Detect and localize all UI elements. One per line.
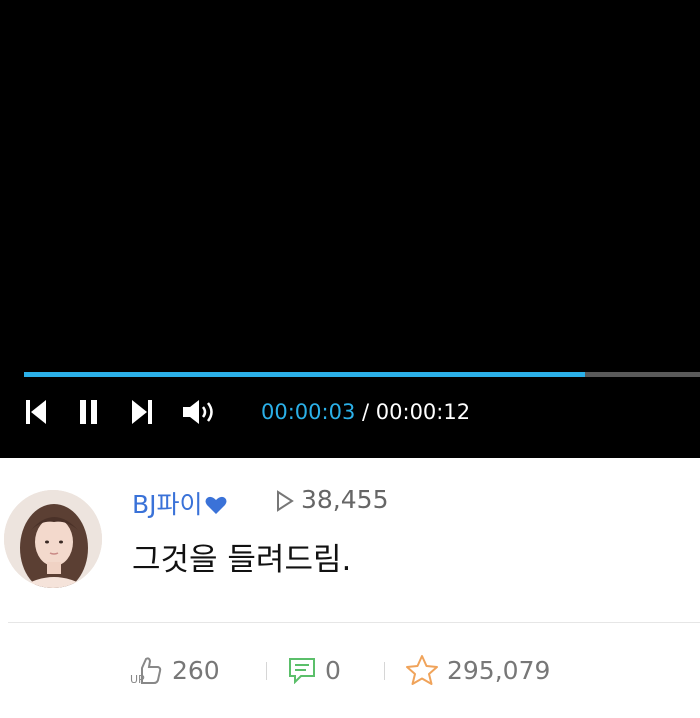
volume-button[interactable] bbox=[180, 394, 220, 430]
view-count-value: 38,455 bbox=[301, 485, 389, 514]
star-icon bbox=[406, 655, 438, 685]
pause-icon bbox=[80, 400, 97, 424]
next-button[interactable] bbox=[128, 394, 156, 430]
svg-text:UP: UP bbox=[130, 673, 145, 685]
divider bbox=[8, 622, 700, 623]
video-player[interactable]: 00:00:03 / 00:00:12 bbox=[0, 0, 700, 458]
skip-back-icon bbox=[26, 400, 46, 424]
volume-icon bbox=[183, 400, 213, 424]
time-separator: / bbox=[355, 400, 376, 424]
progress-fill bbox=[24, 372, 586, 377]
view-count: 38,455 bbox=[275, 485, 388, 514]
avatar[interactable] bbox=[4, 490, 102, 588]
post-title: 그것을 들려드림. bbox=[132, 542, 352, 578]
previous-button[interactable] bbox=[22, 394, 50, 430]
comment-count: 0 bbox=[325, 655, 341, 685]
total-duration: 00:00:12 bbox=[375, 400, 471, 424]
author-label: BJ파이 bbox=[132, 490, 203, 519]
progress-bar[interactable] bbox=[24, 372, 700, 377]
comment-icon bbox=[289, 658, 315, 684]
favorite-count: 295,079 bbox=[447, 655, 551, 685]
play-icon bbox=[277, 490, 294, 512]
stat-separator bbox=[266, 662, 267, 680]
favorite-button[interactable]: 295,079 bbox=[405, 650, 550, 690]
stat-separator bbox=[384, 662, 385, 680]
thumbs-up-icon: UP bbox=[130, 657, 162, 685]
like-count: 260 bbox=[172, 655, 220, 685]
current-time: 00:00:03 bbox=[261, 400, 356, 424]
comment-button[interactable]: 0 bbox=[287, 650, 341, 690]
author-name[interactable]: BJ파이 bbox=[132, 485, 227, 521]
avatar-image bbox=[4, 490, 102, 588]
heart-icon bbox=[205, 492, 227, 521]
like-button[interactable]: UP 260 bbox=[130, 650, 220, 690]
time-display: 00:00:03 / 00:00:12 bbox=[261, 398, 470, 426]
pause-button[interactable] bbox=[75, 394, 103, 430]
skip-forward-icon bbox=[132, 400, 152, 424]
